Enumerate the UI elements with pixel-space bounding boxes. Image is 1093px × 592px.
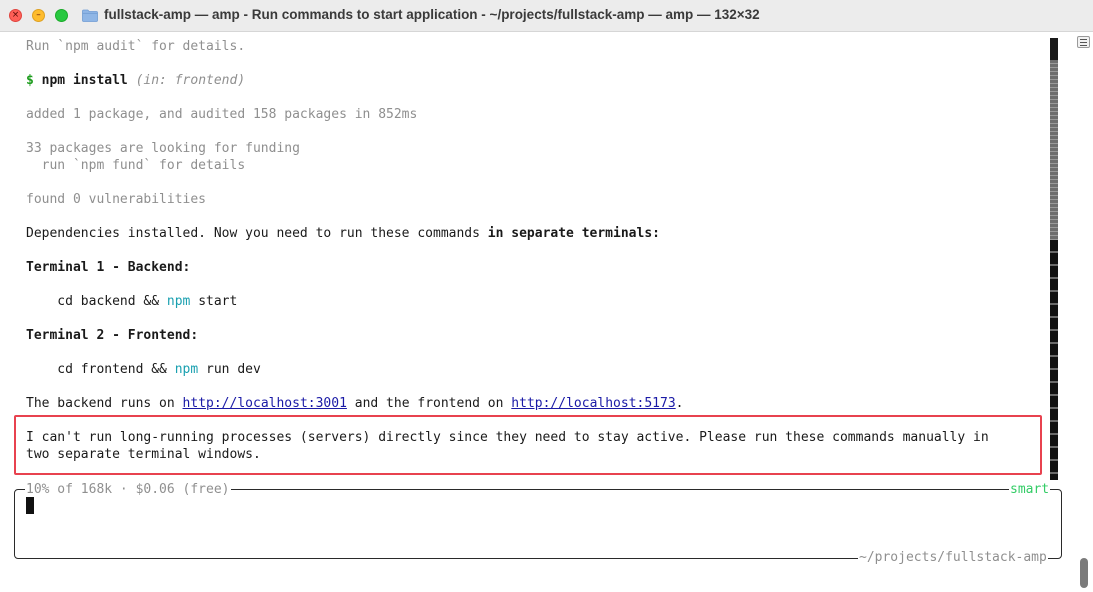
command-text: npm install: [41, 73, 128, 88]
backend-url-link[interactable]: http://localhost:3001: [183, 396, 347, 411]
dependencies-emphasis: in separate terminals:: [487, 226, 660, 241]
close-icon: ×: [11, 10, 20, 20]
window-title: fullstack-amp — amp - Run commands to st…: [104, 7, 760, 22]
terminal-2-heading: Terminal 2 - Frontend:: [26, 328, 199, 343]
frontend-url-link[interactable]: http://localhost:5173: [511, 396, 675, 411]
output-scrollbar[interactable]: [1050, 38, 1058, 480]
frontend-npm: npm: [174, 362, 199, 377]
minimize-button[interactable]: –: [32, 9, 45, 22]
backend-command-prefix: cd backend &&: [26, 294, 167, 309]
urls-text-1: The backend runs on: [26, 396, 183, 411]
title-bar: × – fullstack-amp — amp - Run commands t…: [0, 0, 1093, 32]
terminal-window: × – fullstack-amp — amp - Run commands t…: [0, 0, 1093, 592]
dependencies-text: Dependencies installed. Now you need to …: [26, 226, 488, 241]
urls-text-2: and the frontend on: [346, 396, 512, 411]
frontend-command[interactable]: cd frontend && npm run dev: [26, 361, 261, 378]
text-cursor: [26, 497, 34, 514]
funding-line-2: run `npm fund` for details: [26, 158, 246, 173]
prompt-input-box[interactable]: [14, 489, 1062, 559]
added-line: added 1 package, and audited 158 package…: [26, 107, 418, 122]
vulnerabilities-line: found 0 vulnerabilities: [26, 192, 207, 207]
folder-icon: [82, 9, 98, 22]
message-line-1: I can't run long-running processes (serv…: [26, 430, 989, 445]
dependencies-line: Dependencies installed. Now you need to …: [26, 225, 660, 242]
urls-text-3: .: [675, 396, 684, 411]
window-scrollbar-thumb[interactable]: [1080, 558, 1088, 588]
minimize-icon: –: [36, 10, 41, 20]
message-line-2: two separate terminal windows.: [26, 447, 261, 462]
audit-line: Run `npm audit` for details.: [26, 39, 246, 54]
terminal-1-heading: Terminal 1 - Backend:: [26, 260, 191, 275]
mode-label[interactable]: smart: [1009, 482, 1051, 497]
command-context: (in: frontend): [135, 73, 246, 88]
sidebar-toggle-icon[interactable]: [1077, 36, 1090, 48]
command-line: $ npm install (in: frontend): [26, 72, 245, 89]
backend-npm: npm: [166, 294, 191, 309]
close-button[interactable]: ×: [9, 9, 22, 22]
usage-label: 10% of 168k · $0.06 (free): [25, 482, 231, 497]
urls-line: The backend runs on http://localhost:300…: [26, 395, 684, 412]
path-label: ~/projects/fullstack-amp: [858, 550, 1048, 565]
backend-command-suffix: start: [190, 294, 238, 309]
funding-line-1: 33 packages are looking for funding: [26, 141, 300, 156]
frontend-command-suffix: run dev: [198, 362, 261, 377]
backend-command[interactable]: cd backend && npm start: [26, 293, 237, 310]
terminal-output[interactable]: Run `npm audit` for details. $ npm insta…: [0, 32, 1093, 592]
prompt-symbol: $: [26, 73, 34, 88]
zoom-button[interactable]: [55, 9, 68, 22]
frontend-command-prefix: cd frontend &&: [26, 362, 175, 377]
